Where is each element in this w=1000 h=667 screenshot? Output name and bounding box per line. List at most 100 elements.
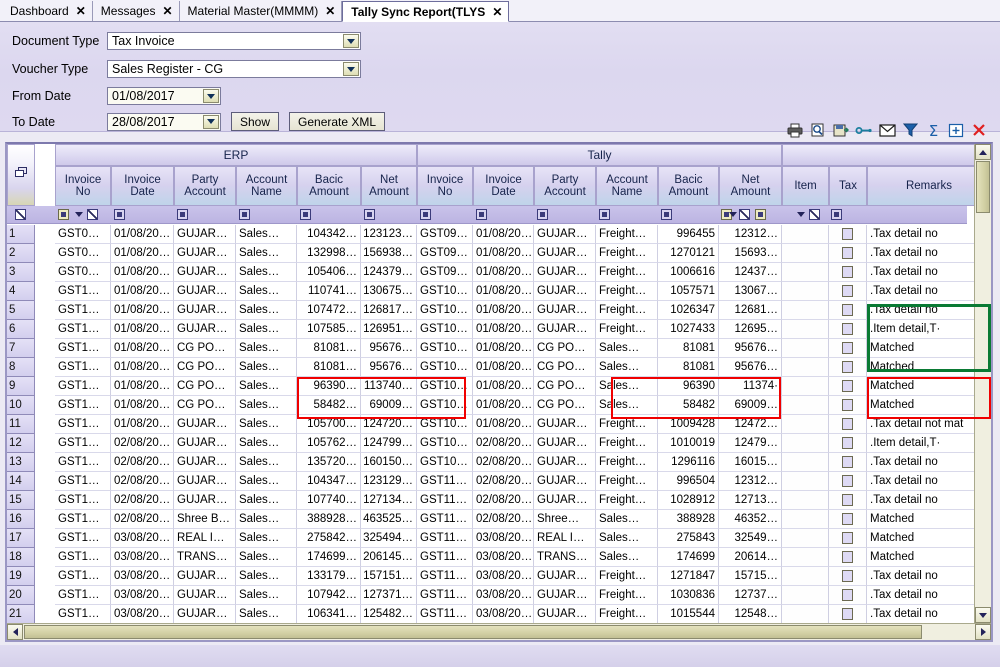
grid-cell[interactable]: 107585… [297,320,361,339]
calendar-chevron-icon[interactable] [203,114,219,129]
grid-cell[interactable]: GUJAR… [534,225,596,244]
tax-checkbox-cell[interactable] [829,434,867,453]
grid-cell[interactable]: Freight… [596,586,658,605]
grid-cell[interactable]: 01/08/20… [473,396,534,415]
grid-cell[interactable]: GST1… [55,605,111,624]
remarks-cell[interactable]: .Tax detail no [867,244,991,263]
remarks-cell[interactable]: Matched [867,339,991,358]
tax-checkbox-cell[interactable] [829,529,867,548]
print-icon[interactable] [786,121,804,139]
column-header[interactable]: Remarks [867,166,991,206]
scroll-right-button[interactable] [975,624,991,640]
grid-cell[interactable]: Freight… [596,263,658,282]
tax-checkbox-cell[interactable] [829,586,867,605]
tax-checkbox-cell[interactable] [829,301,867,320]
tax-checkbox-cell[interactable] [829,396,867,415]
grid-cell[interactable]: Sales… [596,396,658,415]
grid-cell[interactable]: Sales… [596,358,658,377]
item-checkbox-cell[interactable] [782,586,829,605]
grid-cell[interactable]: GST10… [417,301,473,320]
grid-cell[interactable]: GUJAR… [534,320,596,339]
grid-cell[interactable]: GUJAR… [174,472,236,491]
row-number[interactable]: 9 [7,377,35,396]
row-number[interactable]: 18 [7,548,35,567]
row-number[interactable]: 10 [7,396,35,415]
grid-cell[interactable]: CG PO… [174,396,236,415]
tab-messages[interactable]: Messages ✕ [92,1,180,21]
grid-cell[interactable]: GUJAR… [174,225,236,244]
remarks-cell[interactable]: .Item detail,T· [867,320,991,339]
from-date-input[interactable]: 01/08/2017 [107,87,221,105]
item-checkbox-cell[interactable] [782,510,829,529]
grid-cell[interactable]: 03/08/20… [111,586,174,605]
grid-cell[interactable]: 124799… [361,434,417,453]
grid-cell[interactable]: Sales… [236,434,297,453]
tax-checkbox-cell[interactable] [829,605,867,624]
grid-cell[interactable]: GST11… [417,586,473,605]
item-checkbox-cell[interactable] [782,472,829,491]
grid-cell[interactable]: GUJAR… [174,567,236,586]
grid-cell[interactable]: 01/08/20… [473,301,534,320]
filter-clear-icon[interactable] [15,209,26,220]
grid-cell[interactable]: Freight… [596,434,658,453]
grid-cell[interactable]: GST10… [417,453,473,472]
horizontal-scroll-thumb[interactable] [24,625,922,639]
remarks-cell[interactable]: Matched [867,510,991,529]
grid-cell[interactable]: GST1… [55,472,111,491]
grid-cell[interactable]: 20614… [719,548,782,567]
grid-cell[interactable]: GST1… [55,377,111,396]
grid-cell[interactable]: GST1… [55,491,111,510]
grid-cell[interactable]: Sales… [596,548,658,567]
scroll-left-button[interactable] [7,624,23,640]
grid-cell[interactable]: 12479… [719,434,782,453]
grid-cell[interactable]: 105700… [297,415,361,434]
grid-cell[interactable]: 113740… [361,377,417,396]
chevron-down-icon[interactable] [343,62,359,76]
row-number[interactable]: 19 [7,567,35,586]
grid-cell[interactable]: 01/08/20… [111,301,174,320]
grid-cell[interactable]: 996504 [658,472,719,491]
grid-cell[interactable]: TRANS… [174,548,236,567]
grid-cell[interactable]: 01/08/20… [111,225,174,244]
grid-cell[interactable]: GST10… [417,396,473,415]
grid-cell[interactable]: 1009428 [658,415,719,434]
grid-cell[interactable]: GST1… [55,358,111,377]
grid-cell[interactable]: GUJAR… [534,567,596,586]
item-checkbox-cell[interactable] [782,396,829,415]
link-icon[interactable] [855,121,873,139]
grid-cell[interactable]: 133179… [297,567,361,586]
grid-cell[interactable]: GUJAR… [174,491,236,510]
column-header[interactable]: Invoice Date [473,166,534,206]
grid-cell[interactable]: GUJAR… [534,491,596,510]
grid-cell[interactable]: 03/08/20… [473,548,534,567]
grid-cell[interactable]: 95676… [719,358,782,377]
grid-cell[interactable]: 02/08/20… [111,453,174,472]
grid-cell[interactable]: GUJAR… [174,320,236,339]
grid-cell[interactable]: GUJAR… [174,453,236,472]
grid-cell[interactable]: GST1… [55,510,111,529]
grid-cell[interactable]: Freight… [596,320,658,339]
grid-cell[interactable]: GUJAR… [534,586,596,605]
grid-cell[interactable]: GST1… [55,301,111,320]
grid-cell[interactable]: GUJAR… [174,263,236,282]
grid-cell[interactable]: Sales… [596,510,658,529]
filter-box-icon[interactable] [831,209,842,220]
grid-cell[interactable]: Sales… [236,605,297,624]
grid-cell[interactable]: Shree B… [174,510,236,529]
grid-cell[interactable]: GST1… [55,567,111,586]
grid-cell[interactable]: 463525… [361,510,417,529]
grid-cell[interactable]: 01/08/20… [473,263,534,282]
grid-cell[interactable]: 02/08/20… [473,434,534,453]
grid-cell[interactable]: Sales… [236,529,297,548]
grid-cell[interactable]: Freight… [596,453,658,472]
grid-cell[interactable]: Sales… [596,377,658,396]
grid-cell[interactable]: GST11… [417,548,473,567]
filter-box-icon[interactable] [755,209,766,220]
item-checkbox-cell[interactable] [782,301,829,320]
grid-cell[interactable]: 106341… [297,605,361,624]
tab-close-icon[interactable]: ✕ [76,4,86,18]
grid-cell[interactable]: 96390 [658,377,719,396]
grid-cell[interactable]: Sales… [236,472,297,491]
grid-cell[interactable]: 03/08/20… [111,605,174,624]
grid-cell[interactable]: GUJAR… [534,301,596,320]
